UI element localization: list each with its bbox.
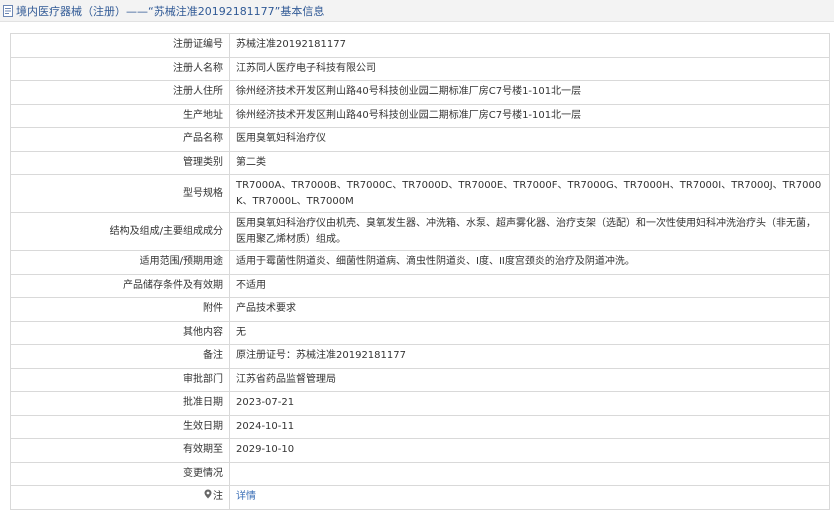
note-label-cell: 注 [10, 485, 230, 510]
table-row: 型号规格 TR7000A、TR7000B、TR7000C、TR7000D、TR7… [10, 174, 830, 213]
table-row: 注册证编号 苏械注准20192181177 [10, 33, 830, 58]
table-row: 生产地址 徐州经济技术开发区荆山路40号科技创业园二期标准厂房C7号楼1-101… [10, 103, 830, 128]
field-label: 产品储存条件及有效期 [10, 273, 230, 298]
field-value: 医用臭氧妇科治疗仪 [229, 127, 830, 152]
table-row-note: 注 详情 [10, 485, 830, 510]
table-row: 其他内容 无 [10, 320, 830, 345]
table-row: 产品名称 医用臭氧妇科治疗仪 [10, 127, 830, 152]
field-value: 医用臭氧妇科治疗仪由机壳、臭氧发生器、冲洗箱、水泵、超声雾化器、治疗支架（选配）… [229, 212, 830, 251]
field-label: 注册证编号 [10, 33, 230, 58]
note-value: 详情 [229, 485, 830, 510]
field-value: 适用于霉菌性阴道炎、细菌性阴道病、滴虫性阴道炎、I度、II度宫颈炎的治疗及阴道冲… [229, 250, 830, 275]
field-value [229, 461, 830, 486]
field-label: 注册人住所 [10, 80, 230, 105]
document-icon [3, 4, 13, 17]
field-label: 备注 [10, 344, 230, 369]
field-value: 不适用 [229, 273, 830, 298]
details-link[interactable]: 详情 [236, 491, 256, 502]
table-row: 批准日期 2023-07-21 [10, 391, 830, 416]
field-label: 产品名称 [10, 127, 230, 152]
table-row: 备注 原注册证号：苏械注准20192181177 [10, 344, 830, 369]
field-value: 苏械注准20192181177 [229, 33, 830, 58]
table-row: 结构及组成/主要组成成分 医用臭氧妇科治疗仪由机壳、臭氧发生器、冲洗箱、水泵、超… [10, 212, 830, 251]
table-row: 附件 产品技术要求 [10, 297, 830, 322]
table-row: 注册人住所 徐州经济技术开发区荆山路40号科技创业园二期标准厂房C7号楼1-10… [10, 80, 830, 105]
field-value: 2029-10-10 [229, 438, 830, 463]
field-value: 徐州经济技术开发区荆山路40号科技创业园二期标准厂房C7号楼1-101北一层 [229, 103, 830, 128]
field-value: TR7000A、TR7000B、TR7000C、TR7000D、TR7000E、… [229, 174, 830, 213]
table-row: 产品储存条件及有效期 不适用 [10, 273, 830, 298]
table-row: 适用范围/预期用途 适用于霉菌性阴道炎、细菌性阴道病、滴虫性阴道炎、I度、II度… [10, 250, 830, 275]
field-label: 型号规格 [10, 174, 230, 213]
field-label: 其他内容 [10, 320, 230, 345]
field-label: 适用范围/预期用途 [10, 250, 230, 275]
field-label: 管理类别 [10, 150, 230, 175]
field-value: 徐州经济技术开发区荆山路40号科技创业园二期标准厂房C7号楼1-101北一层 [229, 80, 830, 105]
field-label: 生效日期 [10, 414, 230, 439]
field-label: 注册人名称 [10, 56, 230, 81]
field-value: 产品技术要求 [229, 297, 830, 322]
field-label: 批准日期 [10, 391, 230, 416]
field-label: 生产地址 [10, 103, 230, 128]
table-row: 注册人名称 江苏同人医疗电子科技有限公司 [10, 56, 830, 81]
table-row: 变更情况 [10, 461, 830, 486]
field-value: 江苏省药品监督管理局 [229, 367, 830, 392]
field-value: 原注册证号：苏械注准20192181177 [229, 344, 830, 369]
field-value: 第二类 [229, 150, 830, 175]
page-header: 境内医疗器械（注册）——“苏械注准20192181177”基本信息 [0, 0, 834, 22]
field-label: 有效期至 [10, 438, 230, 463]
note-label: 注 [213, 491, 223, 503]
field-label: 审批部门 [10, 367, 230, 392]
field-value: 2023-07-21 [229, 391, 830, 416]
table-row: 生效日期 2024-10-11 [10, 414, 830, 439]
page-title: 境内医疗器械（注册）——“苏械注准20192181177”基本信息 [16, 4, 325, 18]
field-value: 2024-10-11 [229, 414, 830, 439]
table-row: 管理类别 第二类 [10, 150, 830, 175]
map-pin-icon [204, 489, 212, 499]
field-label: 附件 [10, 297, 230, 322]
table-row: 有效期至 2029-10-10 [10, 438, 830, 463]
info-table: 注册证编号 苏械注准20192181177 注册人名称 江苏同人医疗电子科技有限… [10, 33, 830, 510]
field-label: 结构及组成/主要组成成分 [10, 212, 230, 251]
table-row: 审批部门 江苏省药品监督管理局 [10, 367, 830, 392]
field-value: 无 [229, 320, 830, 345]
field-label: 变更情况 [10, 461, 230, 486]
field-value: 江苏同人医疗电子科技有限公司 [229, 56, 830, 81]
